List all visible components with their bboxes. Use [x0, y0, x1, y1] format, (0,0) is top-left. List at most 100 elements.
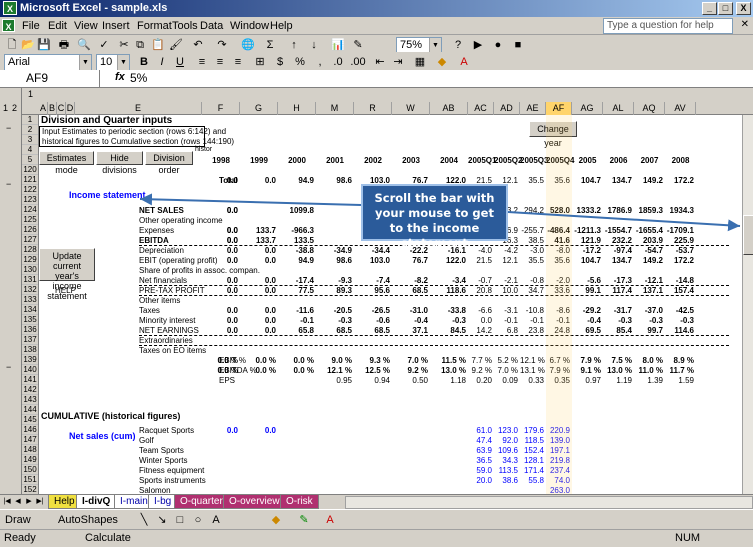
- data-cell[interactable]: 203.9: [634, 236, 663, 245]
- data-cell[interactable]: 65.8: [278, 326, 314, 335]
- data-cell[interactable]: 35.5: [520, 176, 544, 185]
- chart-wizard-icon[interactable]: 📊: [330, 38, 346, 53]
- rectangle-icon[interactable]: □: [172, 513, 188, 528]
- row-header[interactable]: 135: [22, 315, 38, 325]
- data-cell[interactable]: -0.7: [468, 276, 492, 285]
- data-cell[interactable]: 1.18: [430, 376, 466, 385]
- data-cell[interactable]: -0.3: [603, 316, 632, 325]
- data-cell[interactable]: 13.0 %: [430, 366, 466, 375]
- row-header[interactable]: 133: [22, 295, 38, 305]
- row-header[interactable]: 149: [22, 455, 38, 465]
- tab-o-overview[interactable]: O-overview: [223, 495, 286, 509]
- data-cell[interactable]: -966.3: [278, 226, 314, 235]
- data-cell[interactable]: 104.7: [572, 256, 601, 265]
- data-cell[interactable]: 1099.8: [278, 206, 314, 215]
- data-cell[interactable]: 0.0 %: [278, 366, 314, 375]
- row-header[interactable]: 120: [22, 165, 38, 175]
- fill-icon[interactable]: ◆: [268, 513, 284, 528]
- data-cell[interactable]: 528.0: [546, 206, 570, 215]
- data-cell[interactable]: -3.0: [520, 246, 544, 255]
- minimize-button[interactable]: _: [702, 2, 717, 15]
- row-header[interactable]: 134: [22, 305, 38, 315]
- column-header-g[interactable]: G: [240, 102, 278, 115]
- workbook-icon[interactable]: X: [2, 19, 15, 32]
- fx-icon[interactable]: fx: [115, 71, 125, 83]
- data-cell[interactable]: 0.0: [240, 326, 276, 335]
- data-cell[interactable]: 14.2: [468, 326, 492, 335]
- data-cell[interactable]: 0.0 %: [240, 356, 276, 365]
- underline-icon[interactable]: U: [172, 55, 188, 70]
- menu-edit[interactable]: Edit: [48, 20, 67, 32]
- help-icon[interactable]: ?: [450, 38, 466, 53]
- data-cell[interactable]: 12.1 %: [520, 356, 545, 365]
- data-cell[interactable]: 9.2 %: [468, 366, 492, 375]
- data-cell[interactable]: 0.0: [240, 246, 276, 255]
- data-cell[interactable]: -0.1: [546, 316, 570, 325]
- menu-insert[interactable]: Insert: [102, 20, 130, 32]
- data-cell[interactable]: -0.3: [430, 316, 466, 325]
- data-cell[interactable]: 0.0: [202, 226, 238, 235]
- outline-collapse-icon[interactable]: −: [6, 362, 11, 372]
- data-cell[interactable]: -1709.1: [665, 226, 694, 235]
- data-cell[interactable]: -0.4: [392, 316, 428, 325]
- data-cell[interactable]: -11.6: [278, 306, 314, 315]
- data-cell[interactable]: 1333.2: [572, 206, 601, 215]
- data-cell[interactable]: 1786.9: [603, 206, 632, 215]
- col-outline-level-1[interactable]: 1: [28, 89, 33, 99]
- data-cell[interactable]: 134.7: [603, 176, 632, 185]
- data-cell[interactable]: -3.1: [494, 306, 518, 315]
- data-cell[interactable]: 109.6: [494, 446, 518, 455]
- italic-icon[interactable]: I: [154, 55, 170, 70]
- data-cell[interactable]: 41.6: [546, 236, 570, 245]
- font-size-select[interactable]: 10 ▼: [96, 54, 130, 71]
- sort-asc-icon[interactable]: ↑: [286, 38, 302, 53]
- print-icon[interactable]: 🖶: [56, 38, 72, 53]
- row-header[interactable]: 152: [22, 485, 38, 494]
- data-cell[interactable]: -0.1: [520, 316, 544, 325]
- paste-icon[interactable]: 📋: [150, 38, 166, 53]
- data-cell[interactable]: 171.4: [520, 466, 544, 475]
- data-cell[interactable]: -0.1: [494, 316, 518, 325]
- data-cell[interactable]: 1934.3: [665, 206, 694, 215]
- row-header[interactable]: 127: [22, 235, 38, 245]
- data-cell[interactable]: 13.1 %: [520, 366, 545, 375]
- close-button[interactable]: X: [736, 2, 751, 15]
- data-cell[interactable]: 94.9: [278, 256, 314, 265]
- data-cell[interactable]: 98.6: [316, 176, 352, 185]
- data-cell[interactable]: 294.2: [520, 206, 544, 215]
- row-header[interactable]: 129: [22, 255, 38, 265]
- data-cell[interactable]: 0.0 %: [202, 366, 238, 375]
- textbox-icon[interactable]: A: [208, 513, 224, 528]
- row-header[interactable]: 143: [22, 395, 38, 405]
- data-cell[interactable]: 157.4: [665, 286, 694, 295]
- menu-help[interactable]: Help: [270, 20, 293, 32]
- data-cell[interactable]: -42.5: [665, 306, 694, 315]
- data-cell[interactable]: 1.59: [665, 376, 694, 385]
- outline-level-2[interactable]: 2: [12, 103, 17, 113]
- data-cell[interactable]: -3.4: [430, 276, 466, 285]
- autosum-icon[interactable]: Σ: [262, 38, 278, 53]
- data-cell[interactable]: 89.3: [316, 286, 352, 295]
- data-cell[interactable]: 99.7: [634, 326, 663, 335]
- data-cell[interactable]: 69.5: [572, 326, 601, 335]
- sheet-cells[interactable]: Division and Quarter inputs Input Estima…: [39, 115, 742, 494]
- row-header[interactable]: 126: [22, 225, 38, 235]
- row-header[interactable]: 125: [22, 215, 38, 225]
- row-header[interactable]: 131: [22, 275, 38, 285]
- data-cell[interactable]: -2.1: [494, 276, 518, 285]
- data-cell[interactable]: 0.0 %: [278, 356, 314, 365]
- data-cell[interactable]: 11.5 %: [430, 356, 466, 365]
- outline-level-1[interactable]: 1: [3, 103, 8, 113]
- data-cell[interactable]: 114.6: [665, 326, 694, 335]
- data-cell[interactable]: 0.0: [240, 306, 276, 315]
- spelling-icon[interactable]: ✓: [96, 38, 112, 53]
- maximize-button[interactable]: □: [718, 2, 733, 15]
- data-cell[interactable]: 84.5: [430, 326, 466, 335]
- row-header[interactable]: 124: [22, 205, 38, 215]
- data-cell[interactable]: 0.0: [202, 256, 238, 265]
- data-cell[interactable]: 35.5: [520, 256, 544, 265]
- menu-file[interactable]: File: [22, 20, 40, 32]
- estimates-mode-button[interactable]: Estimates mode: [39, 151, 94, 175]
- open-icon[interactable]: 📂: [20, 38, 36, 53]
- data-cell[interactable]: 94.9: [278, 176, 314, 185]
